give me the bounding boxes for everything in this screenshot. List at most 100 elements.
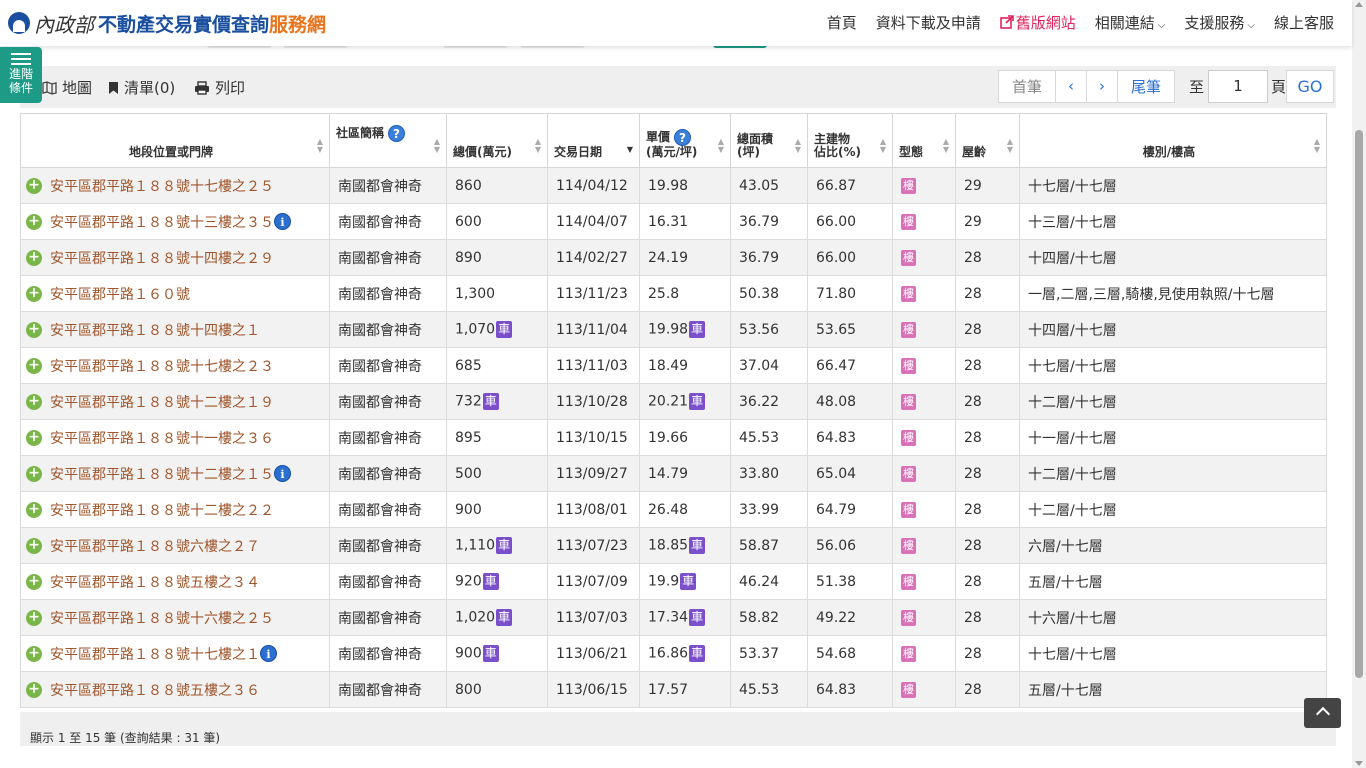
next-page-button[interactable]: ›: [1085, 69, 1118, 103]
expand-plus-icon[interactable]: +: [26, 213, 42, 230]
expand-plus-icon[interactable]: +: [26, 321, 42, 338]
first-page-button[interactable]: 首筆: [997, 69, 1056, 103]
page-number-input[interactable]: [1207, 69, 1268, 103]
advanced-conditions-tab[interactable]: 進階 條件: [0, 47, 42, 103]
expand-plus-icon[interactable]: +: [26, 249, 42, 266]
scroll-down-arrow-icon[interactable]: [1355, 761, 1363, 766]
info-icon[interactable]: i: [260, 645, 277, 662]
help-icon[interactable]: ?: [388, 125, 406, 142]
last-page-button[interactable]: 尾筆: [1116, 69, 1175, 103]
site-logo[interactable]: 內政部 不動產交易實價查詢 服務網: [8, 8, 326, 38]
col-community[interactable]: 社區簡稱? ▲ ▼: [329, 113, 447, 168]
address-link[interactable]: 安平區郡平路１８８號十四樓之２９: [50, 251, 274, 267]
address-link[interactable]: 安平區郡平路１８８號五樓之３６: [50, 683, 260, 699]
sort-icon: ▲ ▼: [942, 137, 949, 154]
scroll-up-arrow-icon[interactable]: [1355, 2, 1363, 7]
expand-plus-icon[interactable]: +: [26, 609, 42, 626]
table-row[interactable]: + 安平區郡平路１８８號十一樓之３６ 南國都會神奇 895 113/10/15 19.66…: [20, 419, 1327, 456]
table-row[interactable]: + 安平區郡平路１８８號六樓之２７ 南國都會神奇 1,110 車 113/07/23 18.…: [20, 527, 1327, 564]
table-row[interactable]: + 安平區郡平路１８８號十二樓之１５ i 南國都會神奇 500 113/09/27 14.7…: [20, 455, 1327, 492]
cell-age: 28: [955, 491, 1020, 528]
expand-plus-icon[interactable]: +: [26, 357, 42, 374]
help-icon[interactable]: ?: [674, 129, 692, 146]
cell-age: 28: [955, 347, 1020, 384]
address-link[interactable]: 安平區郡平路１８８號十二樓之１９: [50, 395, 274, 411]
col-unit-price[interactable]: 單價? (萬元/坪) ▲ ▼: [639, 113, 731, 168]
table-row[interactable]: + 安平區郡平路１８８號十四樓之１ 南國都會神奇 1,070 車 113/11/04 19.…: [20, 311, 1327, 348]
expand-plus-icon[interactable]: +: [26, 501, 42, 518]
table-row[interactable]: + 安平區郡平路１６０號 南國都會神奇 1,300 113/11/23 25.8 50.38…: [20, 275, 1327, 312]
cell-total-price: 1,070 車: [446, 311, 548, 348]
col-location[interactable]: 地段位置或門牌 ▲ ▼: [20, 113, 330, 168]
go-button[interactable]: GO: [1286, 69, 1334, 103]
nav-old-site[interactable]: 舊版網站: [999, 12, 1076, 33]
expand-plus-icon[interactable]: +: [26, 177, 42, 194]
address-link[interactable]: 安平區郡平路１８８號十六樓之２５: [50, 611, 274, 627]
nav-home[interactable]: 首頁: [827, 12, 857, 33]
building-type-badge: 樓: [901, 538, 916, 554]
expand-plus-icon[interactable]: +: [26, 681, 42, 698]
table-row[interactable]: + 安平區郡平路１８８號十二樓之１９ 南國都會神奇 732 車 113/10/28 20.2…: [20, 383, 1327, 420]
unit-price-value: 18.85: [648, 537, 689, 554]
address-link[interactable]: 安平區郡平路１８８號十一樓之３６: [50, 431, 274, 447]
page-scrollbar[interactable]: [1352, 0, 1366, 768]
cell-location: + 安平區郡平路１８８號六樓之２７: [20, 527, 330, 564]
table-row[interactable]: + 安平區郡平路１８８號十七樓之１ i 南國都會神奇 900 車 113/06/21 16.8…: [20, 635, 1327, 672]
table-row[interactable]: + 安平區郡平路１８８號十四樓之２９ 南國都會神奇 890 114/02/27 24.19…: [20, 239, 1327, 276]
nav-related-links[interactable]: 相關連結 ⌵: [1095, 12, 1166, 33]
cell-total-price: 600: [446, 203, 548, 240]
info-icon[interactable]: i: [274, 465, 291, 482]
prev-page-button[interactable]: ‹: [1054, 69, 1087, 103]
table-row[interactable]: + 安平區郡平路１８８號十三樓之３５ i 南國都會神奇 600 114/04/07 16.3…: [20, 203, 1327, 240]
col-total-price[interactable]: 總價(萬元) ▲ ▼: [446, 113, 548, 168]
info-icon[interactable]: i: [274, 213, 291, 230]
cell-trade-date: 113/10/28: [547, 383, 640, 420]
parking-badge: 車: [496, 537, 513, 554]
table-row[interactable]: + 安平區郡平路１８８號十二樓之２２ 南國都會神奇 900 113/08/01 26.48…: [20, 491, 1327, 528]
address-link[interactable]: 安平區郡平路１８８號十二樓之１５: [50, 467, 274, 483]
address-link[interactable]: 安平區郡平路１８８號十七樓之１: [50, 647, 260, 663]
cell-floor: 五層/十七層: [1019, 671, 1327, 708]
expand-plus-icon[interactable]: +: [26, 285, 42, 302]
table-row[interactable]: + 安平區郡平路１８８號五樓之３４ 南國都會神奇 920 車 113/07/09 19.9 車…: [20, 563, 1327, 600]
expand-plus-icon[interactable]: +: [26, 429, 42, 446]
logo-title-accent: 服務網: [269, 13, 327, 36]
table-row[interactable]: + 安平區郡平路１８８號十七樓之２３ 南國都會神奇 685 113/11/03 18.49…: [20, 347, 1327, 384]
scroll-thumb[interactable]: [1355, 130, 1363, 678]
cell-total-area: 36.22: [730, 383, 808, 420]
expand-plus-icon[interactable]: +: [26, 645, 42, 662]
col-total-area[interactable]: 總面積 (坪) ▲ ▼: [730, 113, 808, 168]
expand-plus-icon[interactable]: +: [26, 537, 42, 554]
address-link[interactable]: 安平區郡平路１８８號十四樓之１: [50, 323, 260, 339]
nav-online-service[interactable]: 線上客服: [1274, 12, 1334, 33]
address-link[interactable]: 安平區郡平路１８８號十三樓之３５: [50, 215, 274, 231]
back-to-top-button[interactable]: [1304, 698, 1341, 728]
cell-age: 28: [955, 563, 1020, 600]
table-row[interactable]: + 安平區郡平路１８８號五樓之３６ 南國都會神奇 800 113/06/15 17.57 4…: [20, 671, 1327, 708]
address-link[interactable]: 安平區郡平路１８８號五樓之３４: [50, 575, 260, 591]
col-type[interactable]: 型態 ▲ ▼: [892, 113, 956, 168]
table-row[interactable]: + 安平區郡平路１８８號十七樓之２５ 南國都會神奇 860 114/04/12 19.98…: [20, 167, 1327, 204]
expand-plus-icon[interactable]: +: [26, 573, 42, 590]
expand-plus-icon[interactable]: +: [26, 465, 42, 482]
nav-support[interactable]: 支援服務 ⌵: [1184, 12, 1255, 33]
expand-plus-icon[interactable]: +: [26, 393, 42, 410]
address-link[interactable]: 安平區郡平路１８８號十七樓之２５: [50, 179, 274, 195]
address-link[interactable]: 安平區郡平路１８８號十七樓之２３: [50, 359, 274, 375]
col-floor[interactable]: 樓別/樓高 ▲ ▼: [1019, 113, 1327, 168]
address-link[interactable]: 安平區郡平路１８８號十二樓之２２: [50, 503, 274, 519]
nav-data-download[interactable]: 資料下載及申請: [876, 12, 981, 33]
address-link[interactable]: 安平區郡平路１８８號六樓之２７: [50, 539, 260, 555]
list-button[interactable]: 清單(0): [108, 77, 175, 98]
col-community-label: 社區簡稱: [336, 126, 385, 140]
col-age[interactable]: 屋齡 ▲ ▼: [955, 113, 1020, 168]
col-main-building[interactable]: 主建物 佔比(%) ▲ ▼: [807, 113, 893, 168]
print-button[interactable]: 列印: [194, 77, 245, 98]
map-button[interactable]: 地圖: [42, 77, 92, 98]
table-row[interactable]: + 安平區郡平路１８８號十六樓之２５ 南國都會神奇 1,020 車 113/07/03 17…: [20, 599, 1327, 636]
address-link[interactable]: 安平區郡平路１６０號: [50, 287, 190, 303]
cell-location: + 安平區郡平路１８８號五樓之３６: [20, 671, 330, 708]
col-trade-date[interactable]: 交易日期 ▼: [547, 113, 640, 168]
sort-icon: ▲ ▼: [534, 137, 541, 154]
cell-floor: 十三層/十七層: [1019, 203, 1327, 240]
